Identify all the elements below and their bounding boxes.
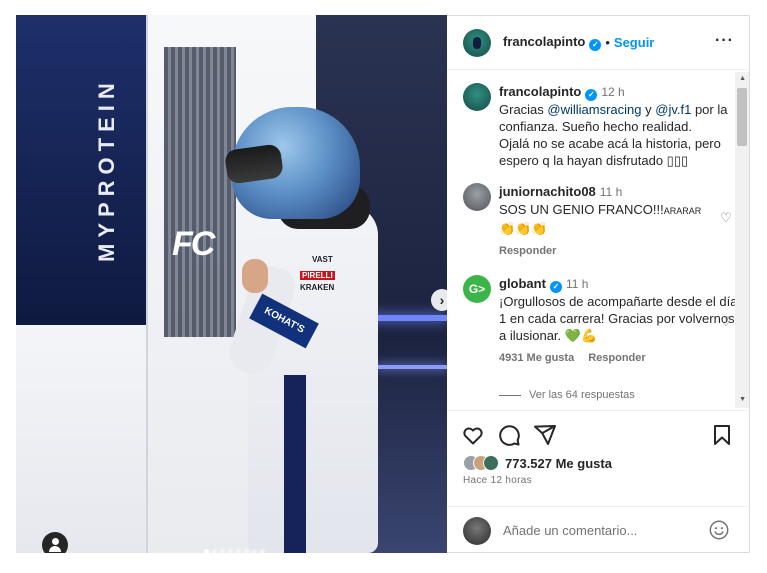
comment-body: globant ✓ 11 h ¡Orgullosos de acompañarte … [499,275,737,367]
comment-text: ¡Orgullosos de acompañarte desde el día … [499,294,737,343]
view-replies[interactable]: Ver las 64 respuestas [499,389,635,401]
like-icon[interactable] [461,423,485,447]
carousel-dot [236,549,241,553]
avatar[interactable] [463,183,491,211]
verified-icon: ✓ [585,89,598,101]
comment: juniornachito08 11 h SOS UN GENIO FRANCO!… [463,183,733,257]
liker-avatar [483,455,499,471]
scroll-up-arrow[interactable]: ▲ [739,75,746,82]
comment-meta: Responder [499,243,737,260]
username-text[interactable]: francolapinto [503,34,585,49]
suit-logo: VAST [312,255,333,264]
light-strip [376,365,447,369]
avatar[interactable]: G> [463,275,491,303]
comment-likes[interactable]: 4931 Me gusta [499,350,574,367]
user-tag-icon[interactable] [42,532,68,553]
sponsor-panel-text: MYPROTEIN [94,77,119,263]
comment-emoji: 👏👏👏 [499,221,548,236]
emoji-icon[interactable] [708,519,730,541]
sponsor-panel: MYPROTEIN [16,15,146,325]
follow-button[interactable]: Seguir [614,35,654,50]
carousel-dot [204,549,209,553]
carousel-dot [220,549,225,553]
scroll-down-arrow[interactable]: ▼ [739,396,746,403]
carousel-dot [212,549,217,553]
caption: francolapinto ✓ 12 h Gracias @williamsraci… [463,83,733,173]
carousel-dot [260,549,265,553]
post-photo[interactable]: MYPROTEIN FC VAST PIRELLI KRAKEN KOHAT'S… [16,15,447,553]
reply-button[interactable]: Responder [499,243,556,260]
like-comment-icon[interactable]: ♡ [719,315,733,329]
mention-link[interactable]: @jv.f1 [655,102,691,117]
comment: G> globant ✓ 11 h ¡Orgullosos de acompañar… [463,275,737,375]
comment-icon[interactable] [497,423,521,447]
action-icons [461,423,557,447]
comment-meta: 4931 Me gusta Responder [499,350,737,367]
comment-body: juniornachito08 11 h SOS UN GENIO FRANCO!… [499,183,737,260]
likes-row[interactable]: 773.527 Me gusta [463,455,612,471]
verified-icon: ✓ [589,39,602,51]
post-actions: 773.527 Me gusta Hace 12 horas Añade un … [447,410,750,554]
avatar[interactable] [463,28,491,57]
share-icon[interactable] [533,423,557,447]
comment-time[interactable]: 12 h [601,85,624,99]
suit-stripe [284,375,306,553]
carousel-dot [228,549,233,553]
comment-username[interactable]: juniornachito08 [499,184,596,199]
reply-button[interactable]: Responder [588,350,645,367]
suit-logo: KRAKEN [300,283,335,292]
avatar[interactable] [463,83,491,111]
comment-text: SOS UN GENIO FRANCO!!! [499,202,664,217]
post-timestamp[interactable]: Hace 12 horas [463,475,532,486]
mention-link[interactable]: @williamsracing [547,102,641,117]
caption-text: y [641,102,656,117]
locker-vent [164,47,236,337]
replies-line [499,394,521,396]
comment-username[interactable]: globant [499,276,546,291]
caption-body: francolapinto ✓ 12 h Gracias @williamsraci… [499,83,737,169]
verified-icon: ✓ [549,281,562,293]
caption-emoji: ▯▯▯ [666,153,689,168]
separator-bullet: • [605,35,610,50]
comment-time[interactable]: 11 h [566,277,588,291]
avatar [463,516,491,545]
comment-username[interactable]: francolapinto [499,84,581,99]
save-icon[interactable] [710,423,734,447]
header-username[interactable]: francolapinto ✓ [503,34,602,51]
carousel-dot [244,549,249,553]
comment-emoji: 💚💪 [564,328,598,343]
view-replies-text[interactable]: Ver las 64 respuestas [529,389,635,401]
comment-time[interactable]: 11 h [600,185,622,199]
fc-logo: FC [172,225,215,263]
carousel-dots [204,549,265,553]
next-photo-button[interactable]: › [431,289,447,311]
scrollbar-thumb[interactable] [737,88,747,146]
more-options-icon[interactable]: ··· [715,32,734,50]
caption-text: Gracias [499,102,548,117]
suit-logo: PIRELLI [300,271,335,280]
driver-hand [242,259,268,293]
carousel-dot [252,549,257,553]
likes-count[interactable]: 773.527 Me gusta [505,456,612,471]
comments-list[interactable]: francolapinto ✓ 12 h Gracias @williamsraci… [447,71,737,409]
comment-text-small: ARARAR [663,206,702,216]
post-side-panel: francolapinto ✓ • Seguir ··· francolapint… [447,15,750,553]
comment-input[interactable]: Añade un comentario... [503,523,637,538]
post-header: francolapinto ✓ • Seguir ··· [447,16,750,70]
add-comment-bar: Añade un comentario... [447,506,750,554]
like-comment-icon[interactable]: ♡ [719,211,733,225]
